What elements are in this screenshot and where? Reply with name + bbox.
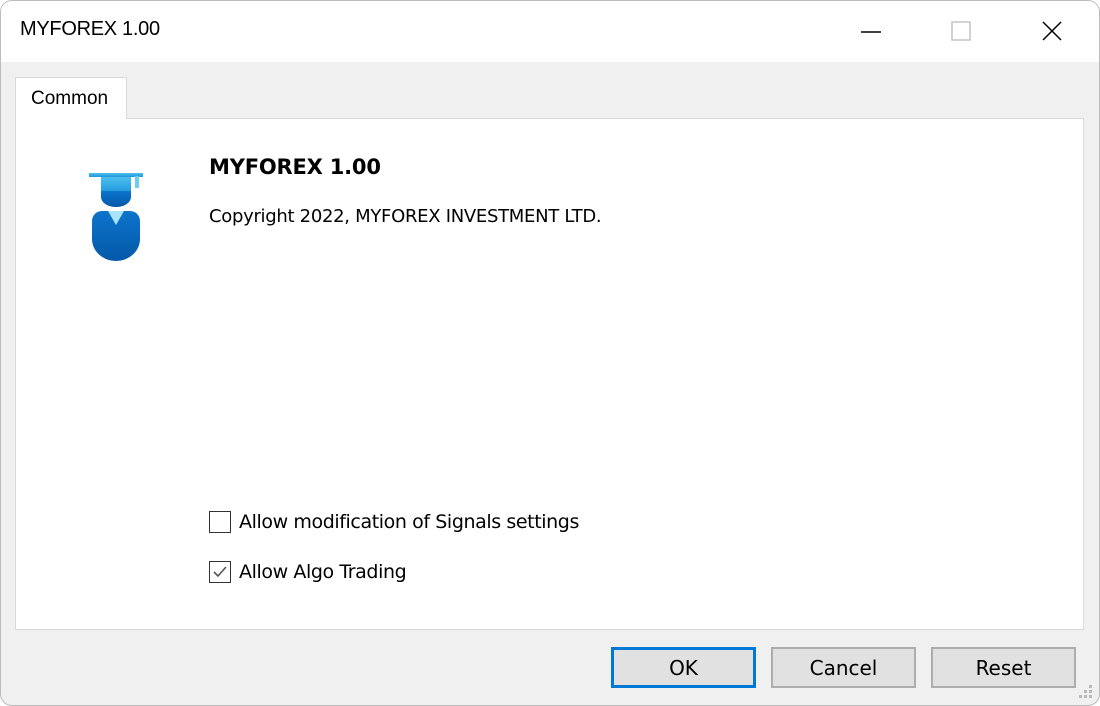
common-tab-panel: MYFOREX 1.00 Copyright 2022, MYFOREX INV… xyxy=(15,118,1084,630)
tab-common[interactable]: Common xyxy=(15,77,127,119)
checkmark-icon xyxy=(213,566,227,578)
dialog-window: MYFOREX 1.00 Common MYFOREX 1.00 Copyrig… xyxy=(0,0,1100,706)
close-button[interactable] xyxy=(1005,1,1097,62)
tab-common-label: Common xyxy=(31,88,109,109)
close-icon xyxy=(1042,21,1062,41)
checkbox-label: Allow Algo Trading xyxy=(239,561,407,583)
allow-algo-trading-checkbox[interactable]: Allow Algo Trading xyxy=(209,559,407,585)
title-bar[interactable]: MYFOREX 1.00 xyxy=(1,1,1099,62)
minimize-button[interactable] xyxy=(825,1,917,62)
app-name: MYFOREX 1.00 xyxy=(209,155,381,179)
window-title: MYFOREX 1.00 xyxy=(20,18,160,40)
resize-grip-icon[interactable] xyxy=(1078,684,1094,700)
checkbox-box[interactable] xyxy=(209,511,231,533)
checkbox-box[interactable] xyxy=(209,561,231,583)
allow-signals-modification-checkbox[interactable]: Allow modification of Signals settings xyxy=(209,509,579,535)
checkbox-label: Allow modification of Signals settings xyxy=(239,511,579,533)
maximize-button[interactable] xyxy=(915,1,1007,62)
copyright-text: Copyright 2022, MYFOREX INVESTMENT LTD. xyxy=(209,206,602,227)
ok-button[interactable]: OK xyxy=(611,647,756,688)
cancel-button[interactable]: Cancel xyxy=(771,647,916,688)
maximize-icon xyxy=(951,21,971,41)
graduate-user-icon xyxy=(89,173,143,261)
reset-button[interactable]: Reset xyxy=(931,647,1076,688)
minimize-icon xyxy=(861,31,881,33)
